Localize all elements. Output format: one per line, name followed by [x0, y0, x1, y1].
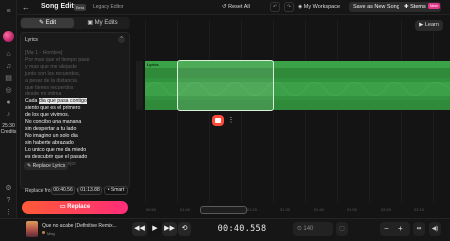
lock-icon[interactable]: ▢: [336, 222, 348, 236]
timeline-scrubber[interactable]: [200, 206, 247, 214]
workspace-button[interactable]: ◈ My Workspace: [298, 2, 340, 12]
learn-button[interactable]: ▶ Learn: [415, 20, 443, 31]
menu-icon[interactable]: ≡: [4, 7, 13, 16]
app-logo[interactable]: [3, 31, 14, 42]
fast-forward-icon[interactable]: ▶▶: [162, 222, 177, 236]
undo-icon[interactable]: ↶: [270, 2, 280, 12]
lyric-line[interactable]: y mas que me alejaste: [25, 64, 129, 71]
library-icon[interactable]: ▤: [4, 74, 13, 83]
lyric-line[interactable]: junto con los recuerdos,: [25, 71, 129, 78]
lyric-line[interactable]: sin despertar a tu lado: [25, 126, 129, 133]
more-icon[interactable]: ⋮: [4, 208, 13, 217]
lyric-line[interactable]: sin haberte abrazado: [25, 140, 129, 147]
legacy-editor-link[interactable]: Legacy Editor: [93, 4, 124, 10]
left-rail: ≡ ⌂ ♫ ▤ ◎ ● ♪ 25:30 Credits ⚙ ? ⋮: [0, 0, 17, 241]
loop-icon[interactable]: ⟲: [178, 222, 191, 236]
zoom-out-icon[interactable]: −: [384, 222, 389, 236]
ruler-tick: 01:40: [314, 207, 325, 212]
reset-all-button[interactable]: ↺ Reset All: [218, 2, 254, 12]
folder-icon: ▣: [87, 20, 95, 26]
rewind-icon[interactable]: ◀◀: [132, 222, 147, 236]
editor-tabs: ✎ Edit ▣ My Edits: [20, 17, 130, 29]
stems-button[interactable]: ✚ Stems New: [399, 2, 441, 12]
credits-display: 25:30 Credits: [0, 123, 17, 135]
lyric-line[interactable]: desde mi intima: [25, 91, 129, 98]
collapse-toggle-icon[interactable]: ^: [118, 36, 125, 43]
track-label: Lyrics: [147, 62, 159, 67]
bpm-control[interactable]: ⏲ 140: [293, 222, 333, 236]
lyric-line[interactable]: [Ma 1 - Hombre]: [25, 50, 129, 57]
home-icon[interactable]: ⌂: [4, 50, 13, 59]
lyric-line[interactable]: Por mas que el tiempo pase: [25, 57, 129, 64]
radio-icon[interactable]: ◎: [4, 86, 13, 95]
lyric-line[interactable]: Cada dia que pasa contigo: [25, 98, 129, 105]
more-options-icon[interactable]: ⋮: [226, 115, 236, 126]
lyric-selection[interactable]: dia que pasa contigo: [38, 98, 87, 105]
track-side-handle[interactable]: [136, 61, 143, 110]
play-icon[interactable]: ▶: [149, 222, 161, 236]
song-title[interactable]: Que no acabe (Definitive Remix...: [42, 223, 117, 229]
zoom-control: − +: [380, 222, 410, 236]
lyrics-text[interactable]: [Ma 1 - Hombre] Por mas que el tiempo pas…: [25, 50, 129, 167]
lyric-line[interactable]: que tienes recuerdos: [25, 85, 129, 92]
help-icon[interactable]: ?: [4, 196, 13, 205]
new-badge: New: [427, 3, 440, 9]
lyric-line[interactable]: No imagino un solo dia: [25, 133, 129, 140]
artist-avatar: [42, 231, 45, 234]
replace-to-input[interactable]: 01:13.88: [78, 186, 102, 195]
ruler-tick: 02:00: [381, 207, 392, 212]
ruler-tick: 00:50: [146, 207, 157, 212]
replace-from-input[interactable]: 00:40.56: [51, 186, 75, 195]
lyric-line[interactable]: de los que vivimos.: [25, 112, 129, 119]
settings-icon[interactable]: ⚙: [4, 184, 13, 193]
tab-my-edits[interactable]: ▣ My Edits: [76, 18, 129, 28]
lyrics-header: Lyrics: [25, 37, 38, 43]
beta-badge: Beta: [74, 4, 87, 11]
ruler-tick: 01:50: [347, 207, 358, 212]
save-as-new-song-button[interactable]: Save as New Song: [349, 2, 404, 12]
lyric-line[interactable]: Lo unico que me da miedo: [25, 147, 129, 154]
smart-toggle[interactable]: • Smart: [104, 186, 128, 195]
album-art[interactable]: [26, 221, 38, 237]
music-icon[interactable]: ♫: [4, 62, 13, 71]
ruler-tick: 02:10: [414, 207, 425, 212]
artist-name[interactable]: Meg: [47, 231, 55, 236]
zoom-in-icon[interactable]: +: [398, 222, 403, 236]
lyric-line[interactable]: a pesar de la distancia: [25, 78, 129, 85]
ruler-tick: 01:20: [247, 207, 258, 212]
edit-icon: ✎: [38, 20, 46, 26]
lyric-line[interactable]: es descubrir que el pasado: [25, 154, 129, 161]
back-arrow-icon[interactable]: ←: [22, 3, 30, 12]
record-icon[interactable]: [212, 115, 224, 126]
volume-icon[interactable]: ◀): [429, 222, 441, 236]
replace-lyrics-button[interactable]: ✎ Replace Lyrics: [24, 162, 68, 170]
tab-edit[interactable]: ✎ Edit: [21, 18, 74, 28]
redo-icon[interactable]: ↷: [284, 2, 294, 12]
fit-to-screen-icon[interactable]: ⇹: [413, 222, 425, 236]
user-icon[interactable]: ●: [4, 98, 13, 107]
bell-icon[interactable]: ♪: [4, 110, 13, 119]
playback-time: 00:40.558: [217, 224, 267, 234]
replace-button[interactable]: ▭ Replace: [22, 201, 128, 214]
ruler-tick: 01:00: [180, 207, 191, 212]
selection-region[interactable]: [177, 60, 274, 111]
ruler-tick: 01:30: [280, 207, 291, 212]
lyric-line[interactable]: siento que es el primero: [25, 105, 129, 112]
lyric-line[interactable]: No concibo una manana: [25, 119, 129, 126]
